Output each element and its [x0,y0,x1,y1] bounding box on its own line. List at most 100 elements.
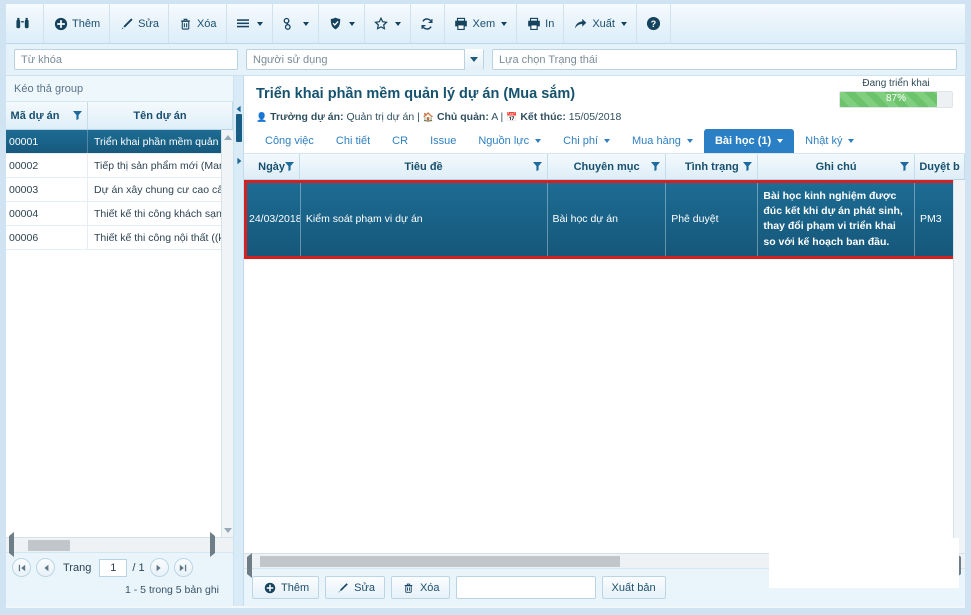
lessons-grid-vertical-scrollbar[interactable] [953,180,965,553]
share-arrow-icon [573,16,588,31]
toolbar-button-help[interactable]: ? [637,4,671,43]
tab-chi-tiet[interactable]: Chi tiết [325,129,381,153]
scroll-left-icon[interactable] [247,553,252,578]
meta-manager-value: Quản trị dự án [346,111,415,123]
scrollbar-thumb[interactable] [28,539,70,551]
column-header-note[interactable]: Ghi chú [758,154,915,179]
toolbar-label: Xóa [196,17,217,30]
tab-issue[interactable]: Issue [419,129,467,153]
column-header-title[interactable]: Tiêu đề [300,154,548,179]
tab-mua-hang[interactable]: Mua hàng [621,129,704,153]
filter-icon[interactable] [651,162,661,171]
toolbar-button-approve[interactable] [319,4,365,43]
collapse-left-icon[interactable] [235,100,243,113]
toolbar-button-link[interactable] [273,4,319,43]
filter-icon[interactable] [73,111,83,120]
pencil-icon [119,16,134,31]
lessons-grid-rows: 24/03/2018 Kiểm soát phạm vi dự án Bài h… [244,180,965,553]
toolbar-button-print[interactable]: In [517,4,565,43]
footer-delete-button[interactable]: Xóa [390,576,450,599]
scrollbar-thumb[interactable] [260,556,620,567]
lessons-grid-header: Ngày Tiêu đề Chuyên mục Tình trạng Ghi c… [244,154,965,180]
toolbar-label: Xem [472,17,496,30]
table-row[interactable]: 00003 Dự án xây chung cư cao cấp A (Xây [6,178,233,202]
tab-cong-viec[interactable]: Công việc [254,129,325,153]
keyword-search-input[interactable]: Từ khóa [14,49,238,70]
user-select[interactable]: Người sử dụng [246,49,484,70]
page-number-input[interactable]: 1 [99,558,128,577]
progress-widget: Đang triển khai 87% [839,78,953,108]
filter-bar: Từ khóa Người sử dụng Lựa chọn Trạng thá… [6,44,965,76]
footer-edit-button[interactable]: Sửa [325,576,385,599]
column-header-category[interactable]: Chuyên mục [548,154,667,179]
chevron-down-icon [848,139,855,143]
column-header-label: Tiêu đề [404,160,443,173]
tab-label: Chi phí [563,135,598,147]
next-page-button[interactable] [149,558,169,577]
project-pagination: Trang 1 / 1 1 - 5 trong 5 bản ghi [6,552,233,606]
scroll-left-icon[interactable] [9,532,14,557]
lessons-grid: Ngày Tiêu đề Chuyên mục Tình trạng Ghi c… [244,154,965,578]
user-icon: 👤 [256,112,268,122]
table-row[interactable]: 00001 Triển khai phần mềm quản lý dự án … [6,130,233,154]
splitter-handle[interactable] [236,114,242,142]
tab-label: Mua hàng [632,135,681,147]
filter-icon[interactable] [532,162,542,171]
project-grid-vertical-scrollbar[interactable] [221,130,233,537]
column-header-approver[interactable]: Duyệt b [915,154,965,179]
toolbar-button-export[interactable]: Xuất [564,4,637,43]
expand-right-icon[interactable] [235,152,243,165]
chevron-down-icon [256,21,263,26]
tab-label: Chi tiết [335,135,371,147]
table-row[interactable]: 24/03/2018 Kiểm soát phạm vi dự án Bài h… [244,180,965,259]
filter-icon[interactable] [743,162,753,171]
question-circle-icon: ? [646,16,661,31]
column-header-project-name[interactable]: Tên dự án [88,102,233,129]
tab-nhat-ky[interactable]: Nhật ký [794,129,865,153]
filter-icon[interactable] [285,162,295,171]
scroll-down-icon[interactable] [224,526,232,534]
toolbar-button-edit[interactable]: Sửa [110,4,169,43]
toolbar-button-list[interactable] [227,4,273,43]
status-select[interactable]: Lựa chọn Trạng thái [492,49,957,70]
scroll-right-icon[interactable] [210,532,215,557]
column-header-status[interactable]: Tình trạng [666,154,759,179]
first-page-button[interactable] [12,558,31,577]
cell-project-code: 00003 [6,178,88,201]
group-drop-area[interactable]: Kéo thả group [6,76,233,102]
cell-project-code: 00001 [6,130,88,153]
toolbar-button-favorite[interactable] [365,4,411,43]
table-row[interactable]: 00002 Tiếp thị sản phẩm mới (Marketing) [6,154,233,178]
footer-add-button[interactable]: Thêm [252,576,320,599]
prev-page-button[interactable] [36,558,55,577]
main-toolbar: Thêm Sửa Xóa Xem In Xuất ? [6,4,965,44]
scroll-up-icon[interactable] [224,133,232,141]
toolbar-button-search-binoculars[interactable] [6,4,44,43]
toolbar-button-add[interactable]: Thêm [44,4,111,43]
tab-chi-phi[interactable]: Chi phí [552,129,621,153]
last-page-button[interactable] [173,558,193,577]
page-total: / 1 [132,561,145,574]
table-row[interactable]: 00004 Thiết kế thi công khách sạn B (Xây… [6,202,233,226]
column-header-date[interactable]: Ngày [244,154,301,179]
toolbar-button-preview[interactable]: Xem [445,4,518,43]
column-header-label: Duyệt b [919,160,960,173]
table-row[interactable]: 00006 Thiết kế thi công nội thất ((kiến … [6,226,233,250]
panel-splitter[interactable] [234,76,244,606]
project-grid-horizontal-scrollbar[interactable] [6,532,233,557]
publish-button[interactable]: Xuất bản [601,576,666,599]
column-header-project-code[interactable]: Mã dự án [6,102,88,129]
detail-tabs: Công việc Chi tiết CR Issue Nguồn lực Ch… [244,123,965,154]
toolbar-button-refresh[interactable] [411,4,445,43]
chevron-down-icon [302,21,309,26]
footer-search-input[interactable] [455,576,596,599]
tab-nguon-luc[interactable]: Nguồn lực [467,129,552,153]
chevron-down-icon[interactable] [464,49,483,70]
tab-cr[interactable]: CR [381,129,419,153]
toolbar-button-delete[interactable]: Xóa [169,4,227,43]
filter-icon[interactable] [900,162,909,171]
record-count-summary: 1 - 5 trong 5 bản ghi [125,584,219,596]
star-icon [374,16,389,31]
column-header-label: Chuyên mục [573,160,640,173]
tab-bai-hoc[interactable]: Bài học (1) [703,129,795,153]
